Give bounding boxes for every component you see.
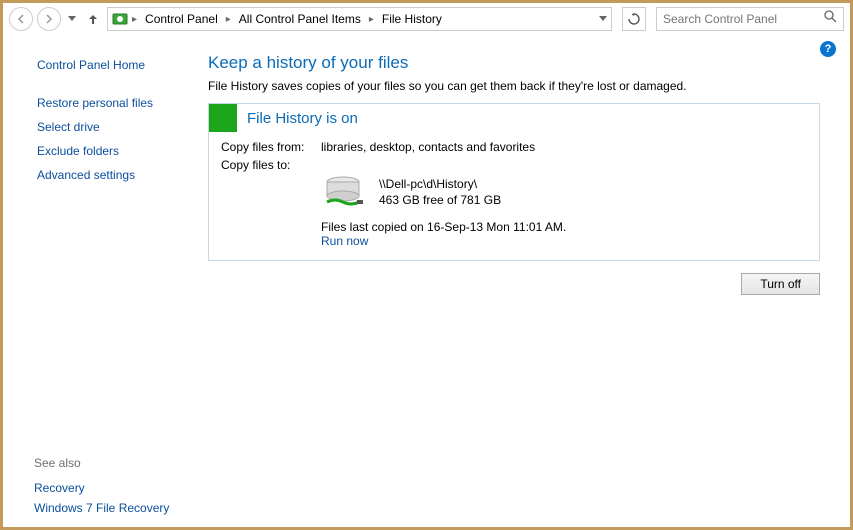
see-also-section: See also Recovery Windows 7 File Recover… <box>34 456 169 518</box>
breadcrumb-item[interactable]: Control Panel <box>141 10 222 28</box>
control-panel-icon <box>112 11 128 27</box>
main-panel: ? Keep a history of your files File Hist… <box>208 35 850 527</box>
chevron-right-icon: ▸ <box>367 14 376 25</box>
page-title: Keep a history of your files <box>208 53 820 73</box>
turn-off-button[interactable]: Turn off <box>741 273 820 295</box>
copy-from-label: Copy files from: <box>221 140 321 154</box>
drive-free-space: 463 GB free of 781 GB <box>379 192 501 208</box>
sidebar-link-advanced[interactable]: Advanced settings <box>37 165 208 185</box>
control-panel-home-link[interactable]: Control Panel Home <box>37 55 208 75</box>
chevron-down-icon[interactable] <box>599 16 607 22</box>
copy-from-value: libraries, desktop, contacts and favorit… <box>321 140 807 154</box>
breadcrumb-item[interactable]: All Control Panel Items <box>235 10 365 28</box>
history-dropdown[interactable] <box>65 16 79 22</box>
sidebar-link-restore[interactable]: Restore personal files <box>37 93 208 113</box>
breadcrumb-item[interactable]: File History <box>378 10 446 28</box>
up-button[interactable] <box>83 13 103 25</box>
see-also-header: See also <box>34 456 169 470</box>
copy-to-label: Copy files to: <box>221 158 321 172</box>
status-title: File History is on <box>247 110 358 127</box>
run-now-link[interactable]: Run now <box>321 234 807 248</box>
content-body: Control Panel Home Restore personal file… <box>3 35 850 527</box>
status-header: File History is on <box>209 104 819 132</box>
see-also-recovery[interactable]: Recovery <box>34 478 169 498</box>
sidebar-link-select-drive[interactable]: Select drive <box>37 117 208 137</box>
search-icon[interactable] <box>824 10 837 28</box>
address-bar[interactable]: ▸ Control Panel ▸ All Control Panel Item… <box>107 7 612 31</box>
refresh-button[interactable] <box>622 7 646 31</box>
see-also-win7[interactable]: Windows 7 File Recovery <box>34 498 169 518</box>
toolbar: ▸ Control Panel ▸ All Control Panel Item… <box>3 3 850 35</box>
drive-path: \\Dell-pc\d\History\ <box>379 176 501 192</box>
search-input[interactable] <box>663 12 824 26</box>
chevron-right-icon: ▸ <box>130 14 139 25</box>
sidebar: Control Panel Home Restore personal file… <box>3 35 208 527</box>
page-subtitle: File History saves copies of your files … <box>208 79 820 93</box>
last-copied-text: Files last copied on 16-Sep-13 Mon 11:01… <box>321 220 807 234</box>
sidebar-link-exclude[interactable]: Exclude folders <box>37 141 208 161</box>
forward-button[interactable] <box>37 7 61 31</box>
back-button[interactable] <box>9 7 33 31</box>
search-box[interactable] <box>656 7 844 31</box>
chevron-right-icon: ▸ <box>224 14 233 25</box>
help-icon[interactable]: ? <box>820 41 836 57</box>
drive-icon <box>321 176 365 210</box>
status-panel: File History is on Copy files from: libr… <box>208 103 820 261</box>
status-on-icon <box>209 104 237 132</box>
